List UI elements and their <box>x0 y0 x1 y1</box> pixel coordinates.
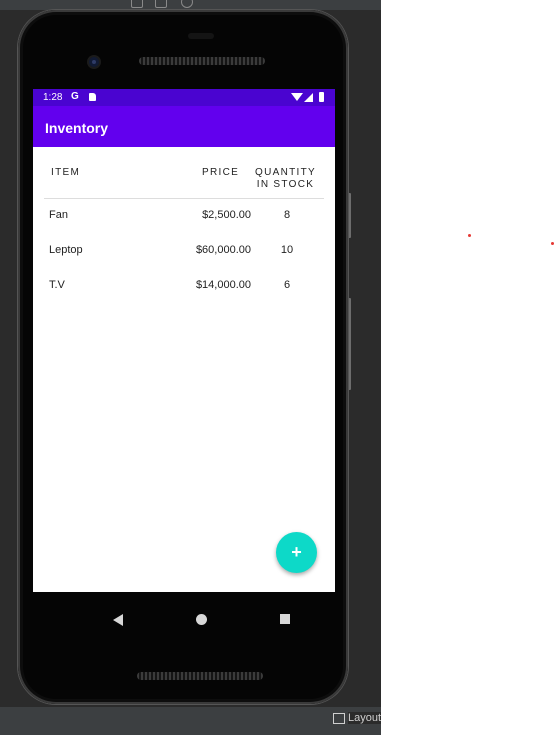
design-canvas <box>381 0 556 734</box>
row-quantity: 6 <box>283 279 291 291</box>
toolbar-icon[interactable] <box>181 0 193 8</box>
header-price: PRICE <box>202 167 240 178</box>
battery-icon <box>319 92 324 102</box>
header-quantity: QUANTITY IN STOCK <box>255 167 316 191</box>
top-speaker <box>139 57 265 65</box>
layout-tab[interactable]: Layout <box>333 712 382 724</box>
page-title: Inventory <box>45 120 109 136</box>
row-item: T.V <box>49 279 65 291</box>
wifi-icon <box>291 93 303 101</box>
earpiece <box>188 33 214 39</box>
back-icon[interactable] <box>113 614 123 626</box>
row-price: $2,500.00 <box>202 209 251 221</box>
row-quantity: 10 <box>280 244 294 256</box>
status-time: 1:28 <box>43 92 63 103</box>
plus-icon: + <box>291 542 302 562</box>
toolbar-icon[interactable] <box>155 0 167 8</box>
ide-bottom-bar <box>0 706 381 735</box>
table-row[interactable]: Fan $2,500.00 8 <box>44 207 324 227</box>
marker-dot <box>468 234 471 237</box>
toolbar-icon[interactable] <box>131 0 143 8</box>
header-quantity-line1: QUANTITY <box>255 167 316 178</box>
header-quantity-line2: IN STOCK <box>256 179 315 190</box>
add-item-fab[interactable]: + <box>276 532 317 573</box>
row-price: $14,000.00 <box>195 279 251 291</box>
row-item: Leptop <box>49 244 83 256</box>
row-quantity: 8 <box>283 209 291 221</box>
phone-screen: 1:28 G Inventory ITEM PRICE QUANTITY IN … <box>33 89 335 592</box>
marker-dot <box>551 242 554 245</box>
layout-tab-label: Layout <box>348 712 382 724</box>
cell-signal-icon <box>304 93 313 102</box>
google-icon: G <box>71 91 79 102</box>
table-row[interactable]: Leptop $60,000.00 10 <box>44 242 324 262</box>
home-icon[interactable] <box>196 614 207 625</box>
camera-icon <box>89 57 99 67</box>
header-item: ITEM <box>51 167 81 178</box>
status-bar: 1:28 G <box>33 89 335 106</box>
table-row[interactable]: T.V $14,000.00 6 <box>44 277 324 297</box>
sd-card-icon <box>89 93 96 101</box>
app-bar: Inventory <box>33 106 335 147</box>
row-price: $60,000.00 <box>195 244 251 256</box>
layout-icon <box>333 712 345 724</box>
bottom-speaker <box>137 672 263 680</box>
table-header: ITEM PRICE QUANTITY IN STOCK <box>44 164 324 199</box>
row-item: Fan <box>49 209 68 221</box>
recents-icon[interactable] <box>280 614 290 624</box>
ide-toolbar <box>0 0 381 10</box>
